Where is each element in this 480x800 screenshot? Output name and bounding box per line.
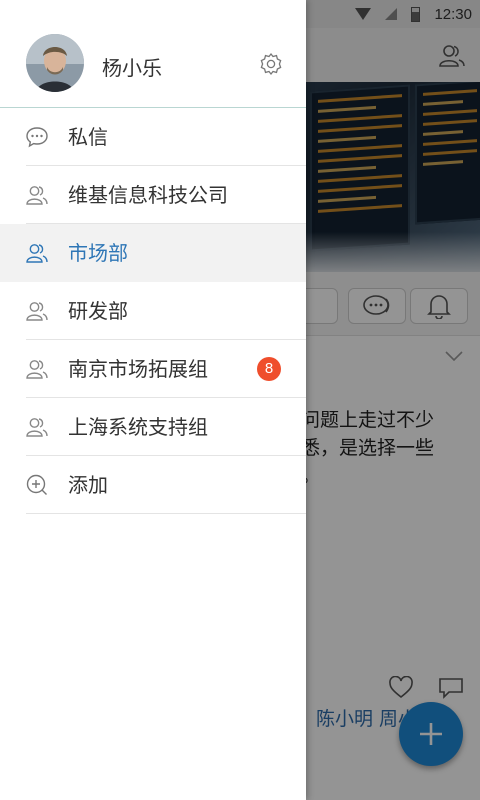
- profile-header: 杨小乐: [0, 0, 306, 108]
- group-icon: [26, 302, 48, 321]
- avatar[interactable]: [26, 34, 84, 92]
- menu-item-label: 研发部: [68, 299, 128, 323]
- menu-item-label: 私信: [68, 125, 108, 149]
- menu-item-label: 南京市场拓展组: [68, 357, 208, 381]
- menu-item-label: 市场部: [68, 241, 128, 265]
- menu-item-add[interactable]: 添加: [0, 456, 306, 514]
- unread-badge: 8: [257, 357, 281, 381]
- drawer-menu: 私信 维基信息科技公司 市场部 研发部 南京市场拓展组 8 上海系统支持组 添加: [0, 108, 306, 514]
- group-icon: [26, 244, 48, 263]
- group-icon: [26, 418, 48, 437]
- menu-item-company[interactable]: 维基信息科技公司: [0, 166, 306, 224]
- group-icon: [26, 360, 48, 379]
- menu-item-label: 维基信息科技公司: [68, 183, 228, 207]
- menu-item-marketing[interactable]: 市场部: [0, 224, 306, 282]
- menu-item-label: 上海系统支持组: [68, 415, 208, 439]
- menu-item-messages[interactable]: 私信: [0, 108, 306, 166]
- divider: [26, 513, 306, 514]
- menu-item-label: 添加: [68, 473, 108, 497]
- user-name[interactable]: 杨小乐: [102, 52, 162, 81]
- message-icon: [26, 127, 48, 148]
- gear-icon[interactable]: [259, 52, 283, 76]
- group-icon: [26, 186, 48, 205]
- add-circle-icon: [26, 474, 47, 495]
- navigation-drawer: 杨小乐 私信 维基信息科技公司 市场部 研发部 南京市场拓展组 8 上海系统支持…: [0, 0, 306, 800]
- menu-item-shanghai-team[interactable]: 上海系统支持组: [0, 398, 306, 456]
- menu-item-nanjing-team[interactable]: 南京市场拓展组 8: [0, 340, 306, 398]
- menu-item-rnd[interactable]: 研发部: [0, 282, 306, 340]
